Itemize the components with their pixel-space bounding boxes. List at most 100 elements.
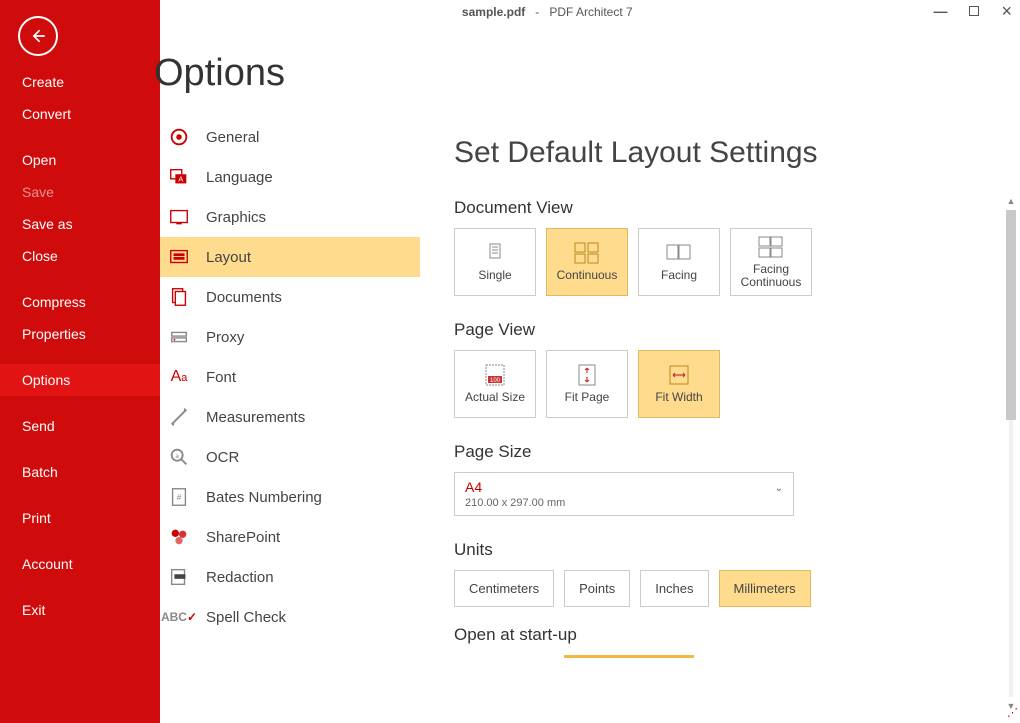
category-language[interactable]: A Language	[160, 157, 420, 197]
page-size-value: A4	[465, 479, 783, 495]
docview-option-facing-continuous[interactable]: Facing Continuous	[730, 228, 812, 296]
fit-width-icon	[667, 363, 691, 387]
category-bates[interactable]: # Bates Numbering	[160, 477, 420, 517]
sidebar-item-compress[interactable]: Compress	[0, 286, 160, 318]
sidebar-item-print[interactable]: Print	[0, 502, 160, 534]
page-size-detail: 210.00 x 297.00 mm	[465, 497, 783, 509]
layout-icon	[166, 244, 192, 270]
category-graphics[interactable]: Graphics	[160, 197, 420, 237]
tile-label: Single	[478, 269, 511, 282]
category-layout[interactable]: Layout	[160, 237, 420, 277]
minimize-button[interactable]: —	[933, 4, 947, 18]
sidebar-item-close[interactable]: Close	[0, 240, 160, 272]
documents-icon	[166, 284, 192, 310]
category-label: OCR	[206, 449, 239, 466]
redaction-icon	[166, 564, 192, 590]
sidebar-item-batch[interactable]: Batch	[0, 456, 160, 488]
category-label: Documents	[206, 289, 282, 306]
scroll-thumb[interactable]	[1006, 210, 1016, 420]
panel-heading: Set Default Layout Settings	[454, 136, 1020, 170]
general-icon	[166, 124, 192, 150]
font-icon: Aa	[166, 364, 192, 390]
tile-label: Continuous	[557, 269, 618, 282]
panel-scrollbar[interactable]: ▲ ▼	[1006, 196, 1016, 711]
category-measurements[interactable]: Measurements	[160, 397, 420, 437]
facing-icon	[665, 241, 693, 265]
units-label: Units	[454, 540, 1020, 560]
category-ocr[interactable]: a OCR	[160, 437, 420, 477]
svg-text:a: a	[175, 453, 179, 460]
scroll-up-icon[interactable]: ▲	[1006, 196, 1016, 206]
language-icon: A	[166, 164, 192, 190]
svg-text:#: #	[177, 493, 182, 502]
docview-option-facing[interactable]: Facing	[638, 228, 720, 296]
maximize-button[interactable]	[969, 4, 979, 18]
sidebar-item-create[interactable]: Create	[0, 66, 160, 98]
options-panel: Set Default Layout Settings Document Vie…	[420, 0, 1020, 723]
category-label: Font	[206, 369, 236, 386]
docview-option-single[interactable]: Single	[454, 228, 536, 296]
arrow-left-icon	[28, 26, 48, 46]
sidebar-item-options[interactable]: Options	[0, 364, 160, 396]
unit-centimeters[interactable]: Centimeters	[454, 570, 554, 607]
category-label: Layout	[206, 249, 251, 266]
single-icon	[484, 241, 506, 265]
category-font[interactable]: Aa Font	[160, 357, 420, 397]
sharepoint-icon	[166, 524, 192, 550]
pageview-option-fit-width[interactable]: Fit Width	[638, 350, 720, 418]
category-label: Spell Check	[206, 609, 286, 626]
page-size-select[interactable]: A4 210.00 x 297.00 mm ⌄	[454, 472, 794, 516]
tile-label: Facing Continuous	[731, 263, 811, 289]
category-sharepoint[interactable]: SharePoint	[160, 517, 420, 557]
startup-indicator	[564, 655, 694, 658]
tile-label: Fit Page	[565, 391, 610, 404]
back-button[interactable]	[18, 16, 58, 56]
title-bar: sample.pdf - PDF Architect 7	[160, 0, 1020, 24]
fit-page-icon	[577, 363, 597, 387]
pageview-option-fit-page[interactable]: Fit Page	[546, 350, 628, 418]
app-name: PDF Architect 7	[549, 5, 632, 19]
sidebar-item-properties[interactable]: Properties	[0, 318, 160, 350]
unit-millimeters[interactable]: Millimeters	[719, 570, 811, 607]
page-view-label: Page View	[454, 320, 1020, 340]
category-general[interactable]: General	[160, 117, 420, 157]
file-menu-sidebar: CreateConvert OpenSaveSave asClose Compres…	[0, 0, 160, 723]
resize-grip-icon[interactable]: ⋰	[1007, 706, 1016, 719]
unit-inches[interactable]: Inches	[640, 570, 708, 607]
svg-text:100: 100	[490, 378, 501, 384]
page-size-label: Page Size	[454, 442, 1020, 462]
category-proxy[interactable]: Proxy	[160, 317, 420, 357]
pageview-option-actual-size[interactable]: 100Actual Size	[454, 350, 536, 418]
category-label: Proxy	[206, 329, 244, 346]
category-redaction[interactable]: Redaction	[160, 557, 420, 597]
chevron-down-icon: ⌄	[775, 483, 783, 494]
category-label: Language	[206, 169, 273, 186]
actual-size-icon: 100	[482, 363, 508, 387]
close-button[interactable]: ×	[1001, 4, 1012, 18]
facing-continuous-icon	[757, 235, 785, 259]
sidebar-item-send[interactable]: Send	[0, 410, 160, 442]
category-documents[interactable]: Documents	[160, 277, 420, 317]
tile-label: Fit Width	[655, 391, 702, 404]
unit-points[interactable]: Points	[564, 570, 630, 607]
category-label: Measurements	[206, 409, 305, 426]
document-name: sample.pdf	[462, 5, 525, 19]
sidebar-item-exit[interactable]: Exit	[0, 594, 160, 626]
category-label: SharePoint	[206, 529, 280, 546]
category-label: Bates Numbering	[206, 489, 322, 506]
sidebar-item-save-as[interactable]: Save as	[0, 208, 160, 240]
sidebar-item-account[interactable]: Account	[0, 548, 160, 580]
document-view-label: Document View	[454, 198, 1020, 218]
docview-option-continuous[interactable]: Continuous	[546, 228, 628, 296]
measurements-icon	[166, 404, 192, 430]
sidebar-item-save[interactable]: Save	[0, 176, 160, 208]
page-title: Options	[154, 44, 420, 117]
sidebar-item-convert[interactable]: Convert	[0, 98, 160, 130]
startup-label: Open at start-up	[454, 625, 1020, 645]
graphics-icon	[166, 204, 192, 230]
category-spellcheck[interactable]: ABC✓ Spell Check	[160, 597, 420, 637]
tile-label: Facing	[661, 269, 697, 282]
sidebar-item-open[interactable]: Open	[0, 144, 160, 176]
spellcheck-icon: ABC✓	[166, 604, 192, 630]
category-label: General	[206, 129, 259, 146]
